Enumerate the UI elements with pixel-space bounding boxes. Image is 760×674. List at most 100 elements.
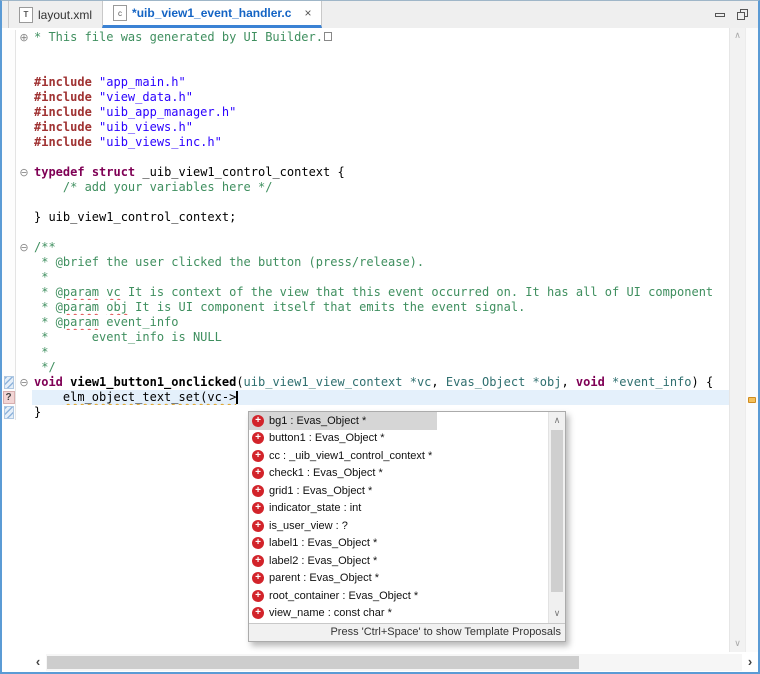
annotation-gutter[interactable]: [2, 60, 16, 75]
autocomplete-item[interactable]: +is_user_view : ?: [249, 517, 565, 535]
tab-layout-xml[interactable]: T layout.xml: [8, 1, 102, 28]
fold-gutter[interactable]: [16, 270, 32, 285]
fold-gutter[interactable]: [16, 360, 32, 375]
code-text[interactable]: elm_object_text_set(vc->: [32, 390, 729, 405]
code-line[interactable]: [2, 195, 729, 210]
code-line[interactable]: * @param event_info: [2, 315, 729, 330]
code-line[interactable]: ⊕* This file was generated by UI Builder…: [2, 30, 729, 45]
code-line[interactable]: ⊖ /**: [2, 240, 729, 255]
annotation-gutter[interactable]: [2, 135, 16, 150]
fold-gutter[interactable]: [16, 255, 32, 270]
code-line[interactable]: * @brief the user clicked the button (pr…: [2, 255, 729, 270]
code-line[interactable]: [2, 45, 729, 60]
fold-gutter[interactable]: ⊖: [16, 165, 32, 180]
fold-gutter[interactable]: [16, 285, 32, 300]
code-line[interactable]: #include "view_data.h": [2, 90, 729, 105]
scroll-left-icon[interactable]: ‹: [30, 653, 46, 671]
annotation-gutter[interactable]: [2, 45, 16, 60]
fold-gutter[interactable]: [16, 135, 32, 150]
fold-gutter[interactable]: [16, 45, 32, 60]
hscroll-thumb[interactable]: [47, 656, 579, 669]
code-text[interactable]: * @param vc It is context of the view th…: [32, 285, 729, 300]
autocomplete-item[interactable]: +indicator_state : int: [249, 500, 565, 518]
fold-gutter[interactable]: [16, 225, 32, 240]
annotation-gutter[interactable]: [2, 105, 16, 120]
annotation-gutter[interactable]: [2, 375, 16, 390]
popup-scroll-down-icon[interactable]: ∨: [549, 609, 565, 619]
autocomplete-item[interactable]: +label2 : Evas_Object *: [249, 552, 565, 570]
annotation-gutter[interactable]: [2, 300, 16, 315]
code-text[interactable]: * @param event_info: [32, 315, 729, 330]
problem-question-icon[interactable]: ?: [3, 391, 15, 404]
annotation-gutter[interactable]: [2, 90, 16, 105]
code-line[interactable]: */: [2, 360, 729, 375]
code-line[interactable]: * @param vc It is context of the view th…: [2, 285, 729, 300]
fold-collapse-icon[interactable]: ⊖: [19, 167, 28, 178]
fold-gutter[interactable]: [16, 345, 32, 360]
code-line[interactable]: * event_info is NULL: [2, 330, 729, 345]
autocomplete-item[interactable]: +view_name : const char *: [249, 605, 565, 623]
code-line[interactable]: * @param obj It is UI component itself t…: [2, 300, 729, 315]
code-text[interactable]: #include "uib_views_inc.h": [32, 135, 729, 150]
code-text[interactable]: * @brief the user clicked the button (pr…: [32, 255, 729, 270]
fold-gutter[interactable]: [16, 150, 32, 165]
fold-collapse-icon[interactable]: ⊖: [19, 242, 28, 253]
horizontal-scrollbar[interactable]: ‹ ›: [2, 652, 758, 672]
code-line[interactable]: ? elm_object_text_set(vc->: [2, 390, 729, 405]
popup-scroll-up-icon[interactable]: ∧: [549, 416, 565, 426]
code-text[interactable]: typedef struct _uib_view1_control_contex…: [32, 165, 729, 180]
code-line[interactable]: *: [2, 345, 729, 360]
code-text[interactable]: [32, 60, 729, 75]
warning-marker[interactable]: [748, 397, 756, 403]
annotation-gutter[interactable]: [2, 210, 16, 225]
code-text[interactable]: #include "view_data.h": [32, 90, 729, 105]
fold-gutter[interactable]: ⊖: [16, 375, 32, 390]
code-line[interactable]: #include "app_main.h": [2, 75, 729, 90]
code-text[interactable]: *: [32, 270, 729, 285]
annotation-gutter[interactable]: [2, 240, 16, 255]
annotation-gutter[interactable]: [2, 75, 16, 90]
popup-scrollbar[interactable]: ∧ ∨: [548, 412, 565, 623]
code-line[interactable]: ⊖ typedef struct _uib_view1_control_conte…: [2, 165, 729, 180]
code-text[interactable]: [32, 225, 729, 240]
autocomplete-item[interactable]: +check1 : Evas_Object *: [249, 465, 565, 483]
code-line[interactable]: #include "uib_views_inc.h": [2, 135, 729, 150]
code-text[interactable]: [32, 150, 729, 165]
fold-gutter[interactable]: [16, 300, 32, 315]
code-text[interactable]: */: [32, 360, 729, 375]
vertical-scrollbar[interactable]: ∧ ∨: [729, 28, 745, 652]
annotation-gutter[interactable]: [2, 165, 16, 180]
code-line[interactable]: /* add your variables here */: [2, 180, 729, 195]
autocomplete-item[interactable]: +cc : _uib_view1_control_context *: [249, 447, 565, 465]
annotation-gutter[interactable]: [2, 225, 16, 240]
annotation-gutter[interactable]: [2, 120, 16, 135]
fold-gutter[interactable]: [16, 120, 32, 135]
restore-icon[interactable]: [737, 9, 748, 20]
fold-gutter[interactable]: [16, 75, 32, 90]
autocomplete-item[interactable]: +parent : Evas_Object *: [249, 570, 565, 588]
folded-region-icon[interactable]: [324, 32, 332, 41]
fold-gutter[interactable]: [16, 210, 32, 225]
fold-gutter[interactable]: [16, 105, 32, 120]
autocomplete-item[interactable]: +label1 : Evas_Object *: [249, 535, 565, 553]
code-line[interactable]: [2, 225, 729, 240]
scroll-up-icon[interactable]: ∧: [730, 31, 745, 41]
code-line[interactable]: } uib_view1_control_context;: [2, 210, 729, 225]
fold-gutter[interactable]: [16, 405, 32, 420]
annotation-gutter[interactable]: [2, 255, 16, 270]
code-text[interactable]: * event_info is NULL: [32, 330, 729, 345]
code-text[interactable]: /**: [32, 240, 729, 255]
annotation-gutter[interactable]: [2, 180, 16, 195]
fold-gutter[interactable]: ⊕: [16, 30, 32, 45]
tab-uib-view1-event-handler[interactable]: c *uib_view1_event_handler.c ×: [102, 1, 322, 28]
code-line[interactable]: *: [2, 270, 729, 285]
fold-gutter[interactable]: [16, 330, 32, 345]
code-text[interactable]: [32, 195, 729, 210]
annotation-gutter[interactable]: [2, 360, 16, 375]
code-text[interactable]: #include "uib_app_manager.h": [32, 105, 729, 120]
minimize-icon[interactable]: [715, 13, 725, 17]
annotation-gutter[interactable]: [2, 195, 16, 210]
autocomplete-item[interactable]: +bg1 : Evas_Object *: [249, 412, 565, 430]
code-text[interactable]: [32, 45, 729, 60]
fold-gutter[interactable]: ⊖: [16, 240, 32, 255]
